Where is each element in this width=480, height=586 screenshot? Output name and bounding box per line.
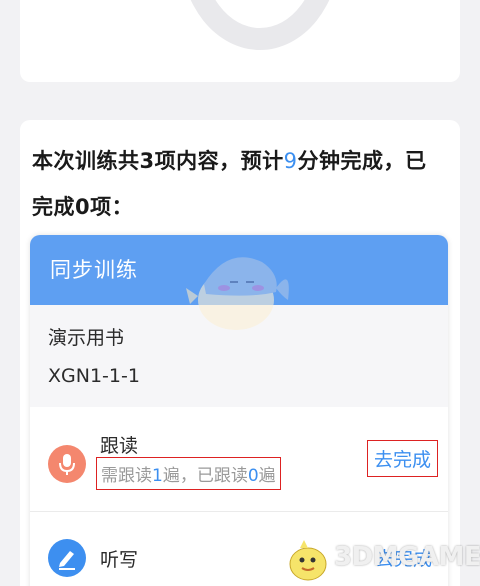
task-read-along: 跟读 需跟读1遍，已跟读0遍 去完成 bbox=[30, 407, 448, 507]
watermark-logo-icon bbox=[289, 540, 327, 581]
training-summary: 本次训练共3项内容，预计9分钟完成，已完成0项： bbox=[32, 138, 442, 230]
microphone-icon bbox=[48, 445, 86, 483]
book-code: XGN1-1-1 bbox=[48, 365, 140, 387]
site-watermark: 3DMGAME bbox=[282, 532, 480, 584]
progress-card bbox=[20, 0, 460, 82]
task-title: 听写 bbox=[100, 549, 139, 571]
summary-minutes: 9 bbox=[283, 149, 298, 173]
watermark-text: 3DMGAME bbox=[334, 542, 480, 572]
summary-text-1: 本次训练共3项内容，预计 bbox=[32, 149, 284, 173]
task-title: 跟读 bbox=[100, 435, 139, 457]
training-card: 本次训练共3项内容，预计9分钟完成，已完成0项： 同步训练 演示用书 XGN1-… bbox=[20, 120, 460, 586]
mascot-watermark bbox=[184, 244, 296, 340]
task-progress: 需跟读1遍，已跟读0遍 bbox=[96, 457, 281, 490]
progress-ring bbox=[180, 0, 340, 50]
complete-read-along-button[interactable]: 去完成 bbox=[366, 440, 438, 477]
pen-icon bbox=[48, 539, 86, 577]
